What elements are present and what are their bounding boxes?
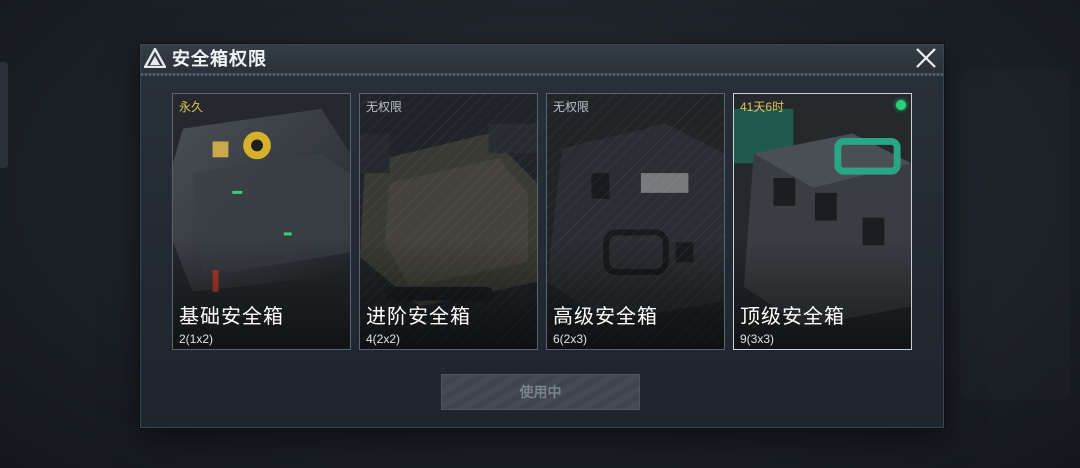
in-use-button[interactable]: 使用中 [441,374,640,410]
card-size: 9(3x3) [740,332,775,346]
safe-box-card-senior[interactable]: 无权限 高级安全箱 6(2x3) [546,93,725,350]
safe-box-permission-dialog: 安全箱权限 永久 基础安全箱 2(1x2) 无权限 进阶安全箱 4(2x2) 无… [140,44,944,428]
card-size: 4(2x2) [366,332,401,346]
card-name: 高级安全箱 [553,306,658,328]
dialog-title: 安全箱权限 [172,49,267,69]
title-group: 安全箱权限 [144,45,267,71]
background-panel [960,70,1070,400]
dialog-header: 安全箱权限 [141,45,943,73]
card-name: 进阶安全箱 [366,306,471,328]
card-tag: 无权限 [553,100,590,114]
card-size: 2(1x2) [179,332,214,346]
close-icon[interactable] [913,45,939,71]
active-status-dot [896,100,906,110]
card-size: 6(2x3) [553,332,588,346]
card-name: 顶级安全箱 [740,306,845,328]
header-divider [141,73,943,76]
safe-box-card-advanced[interactable]: 无权限 进阶安全箱 4(2x2) [359,93,538,350]
card-tag: 永久 [179,100,204,114]
warning-triangle-icon [144,48,166,68]
card-tag: 41天6时 [740,100,785,114]
card-tag: 无权限 [366,100,403,114]
safe-box-card-top[interactable]: 41天6时 顶级安全箱 9(3x3) [733,93,912,350]
card-name: 基础安全箱 [179,306,284,328]
safe-box-card-list: 永久 基础安全箱 2(1x2) 无权限 进阶安全箱 4(2x2) 无权限 高级安… [172,93,912,350]
background-side-tab [0,62,8,168]
safe-box-card-basic[interactable]: 永久 基础安全箱 2(1x2) [172,93,351,350]
